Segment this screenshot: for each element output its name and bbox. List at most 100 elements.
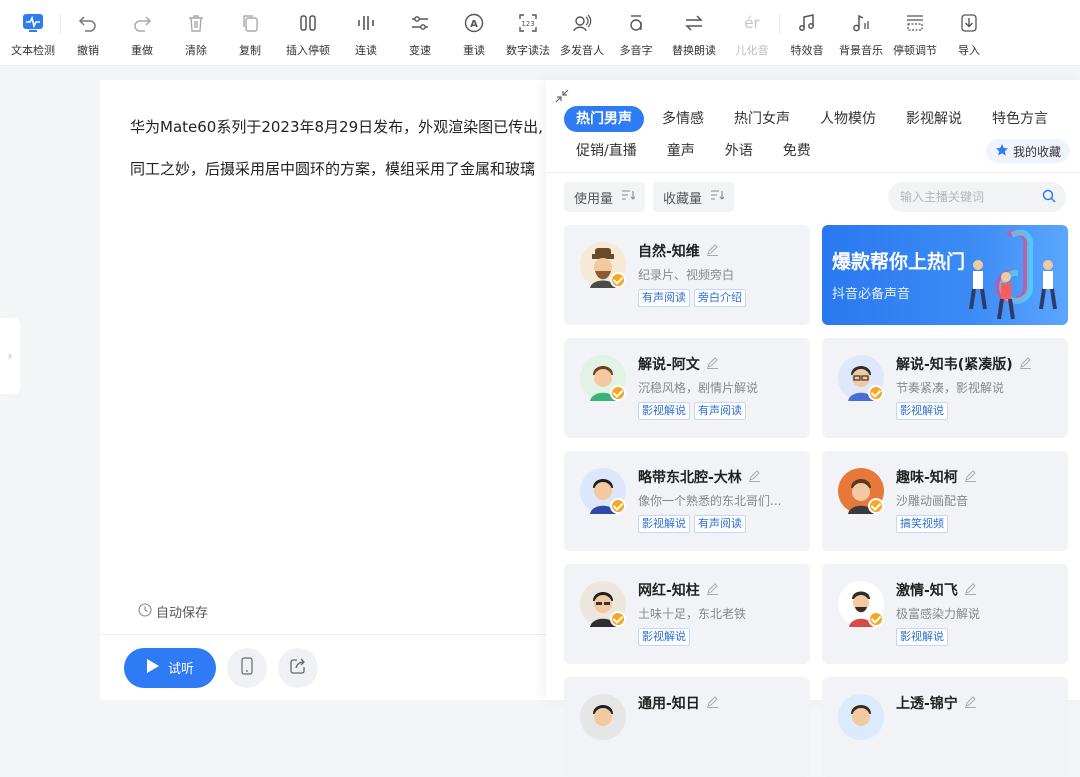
polyphone-button[interactable]: 多音字 <box>609 10 663 58</box>
speed-button[interactable]: 变速 <box>393 10 447 58</box>
voice-name: 激情-知飞 <box>896 580 977 600</box>
copy-button[interactable]: 复制 <box>223 10 277 58</box>
text-editor[interactable]: 华为Mate60系列于2023年8月29日发布，外观渲染图已传出, 同工之妙，后… <box>100 80 546 700</box>
sort-by-usage-button[interactable]: 使用量 <box>564 182 646 212</box>
tool-label: 多发音人 <box>560 44 604 57</box>
voice-card-grid: 自然-知维 纪录片、视频旁白 有声阅读 旁白介绍 爆款帮你上热门 抖音必备声音 <box>564 225 1068 777</box>
tab-imitation[interactable]: 人物模仿 <box>808 106 888 132</box>
search-icon[interactable] <box>1042 188 1056 207</box>
undo-icon <box>75 10 101 36</box>
polyphone-icon <box>623 10 649 36</box>
svg-text:ér: ér <box>744 14 760 32</box>
verified-badge-icon <box>868 611 884 627</box>
edit-icon[interactable] <box>706 582 719 599</box>
sound-effect-button[interactable]: 特效音 <box>780 10 834 58</box>
editor-footer: 试听 <box>100 634 546 700</box>
voice-description: 像你一个熟悉的东北哥们... <box>638 494 782 508</box>
redo-button[interactable]: 重做 <box>115 10 169 58</box>
editor-line: 华为Mate60系列于2023年8月29日发布，外观渲染图已传出, <box>130 118 543 136</box>
tab-foreign[interactable]: 外语 <box>713 138 765 164</box>
banner-title: 爆款帮你上热门 <box>832 251 966 273</box>
tab-dialect[interactable]: 特色方言 <box>980 106 1060 132</box>
edit-icon[interactable] <box>748 469 761 486</box>
edit-icon[interactable] <box>706 356 719 373</box>
listen-button[interactable]: 试听 <box>124 647 216 688</box>
tool-label: 插入停顿 <box>286 44 330 57</box>
stress-button[interactable]: A 重读 <box>447 10 501 58</box>
tool-label: 多音字 <box>619 44 653 57</box>
voice-tag: 影视解说 <box>896 628 948 646</box>
editor-line: 同工之妙，后摄采用居中圆环的方案，模组采用了金属和玻璃 <box>130 160 536 178</box>
voice-card[interactable]: 略带东北腔-大林 像你一个熟悉的东北哥们... 影视解说 有声阅读 <box>564 451 810 551</box>
text-check-button[interactable]: 文本检测 <box>6 10 60 58</box>
erhua-button[interactable]: ér 儿化音 <box>725 10 779 58</box>
copy-icon <box>237 10 263 36</box>
voice-card[interactable]: 通用-知日 <box>564 677 810 777</box>
editor-content[interactable]: 华为Mate60系列于2023年8月29日发布，外观渲染图已传出, 同工之妙，后… <box>130 106 546 190</box>
redo-icon <box>129 10 155 36</box>
edit-icon[interactable] <box>964 469 977 486</box>
sort-by-favorites-button[interactable]: 收藏量 <box>653 182 735 212</box>
collapse-icon[interactable] <box>554 88 570 108</box>
voice-card[interactable]: 上透-锦宁 <box>822 677 1068 777</box>
edit-icon[interactable] <box>1019 356 1032 373</box>
expand-sidebar-handle[interactable]: › <box>0 318 20 394</box>
voice-description: 沙雕动画配音 <box>896 494 969 508</box>
clear-button[interactable]: 清除 <box>169 10 223 58</box>
voice-panel: 热门男声 多情感 热门女声 人物模仿 影视解说 特色方言 促销/直播 童声 外语… <box>546 80 1080 777</box>
import-button[interactable]: 导入 <box>942 10 996 58</box>
tool-label: 导入 <box>958 44 980 57</box>
listen-label: 试听 <box>167 662 194 677</box>
sort-icon <box>710 189 725 205</box>
share-button[interactable] <box>278 647 318 688</box>
mobile-preview-button[interactable] <box>227 647 267 688</box>
tab-free[interactable]: 免费 <box>771 138 823 164</box>
avatar <box>838 694 884 740</box>
insert-pause-button[interactable]: 插入停顿 <box>277 10 339 58</box>
voice-tags: 搞笑视频 <box>896 515 948 533</box>
verified-badge-icon <box>868 498 884 514</box>
voice-tag: 有声阅读 <box>694 515 746 533</box>
pause-adjust-button[interactable]: 停顿调节 <box>888 10 942 58</box>
voice-card[interactable]: 解说-阿文 沉稳风格，剧情片解说 影视解说 有声阅读 <box>564 338 810 438</box>
link-read-icon <box>353 10 379 36</box>
tool-label: 撤销 <box>77 44 99 57</box>
voice-name: 网红-知柱 <box>638 580 719 600</box>
link-read-button[interactable]: 连读 <box>339 10 393 58</box>
tab-emotion[interactable]: 多情感 <box>650 106 716 132</box>
tab-film-commentary[interactable]: 影视解说 <box>894 106 974 132</box>
undo-button[interactable]: 撤销 <box>61 10 115 58</box>
promo-banner[interactable]: 爆款帮你上热门 抖音必备声音 <box>822 225 1068 325</box>
my-favorites-button[interactable]: 我的收藏 <box>985 139 1070 163</box>
voice-card[interactable]: 激情-知飞 极富感染力解说 影视解说 <box>822 564 1068 664</box>
voice-card[interactable]: 解说-知韦(紧凑版) 节奏紧凑，影视解说 影视解说 <box>822 338 1068 438</box>
multi-speaker-button[interactable]: 多发音人 <box>555 10 609 58</box>
tab-child[interactable]: 童声 <box>655 138 707 164</box>
edit-icon[interactable] <box>706 695 719 712</box>
voice-card[interactable]: 自然-知维 纪录片、视频旁白 有声阅读 旁白介绍 <box>564 225 810 325</box>
multi-speaker-icon <box>569 10 595 36</box>
voice-name-text: 解说-知韦(紧凑版) <box>896 357 1013 373</box>
bg-music-button[interactable]: 背景音乐 <box>834 10 888 58</box>
sort-label: 收藏量 <box>663 191 703 207</box>
voice-card[interactable]: 趣味-知柯 沙雕动画配音 搞笑视频 <box>822 451 1068 551</box>
voice-name-text: 上透-锦宁 <box>896 696 958 712</box>
edit-icon[interactable] <box>706 243 719 260</box>
voice-name-text: 通用-知日 <box>638 696 700 712</box>
edit-icon[interactable] <box>964 582 977 599</box>
number-read-button[interactable]: 123 数字读法 <box>501 10 555 58</box>
verified-badge-icon <box>868 385 884 401</box>
voice-tag: 影视解说 <box>638 628 690 646</box>
voice-search-input[interactable] <box>898 189 1038 205</box>
tab-promotion[interactable]: 促销/直播 <box>564 138 649 164</box>
tab-hot-female[interactable]: 热门女声 <box>722 106 802 132</box>
voice-description: 土味十足，东北老铁 <box>638 607 747 621</box>
tool-label: 替换朗读 <box>672 44 716 57</box>
erhua-icon: ér <box>739 10 765 36</box>
edit-icon[interactable] <box>964 695 977 712</box>
tab-hot-male[interactable]: 热门男声 <box>564 106 644 132</box>
voice-name-text: 趣味-知柯 <box>896 470 958 486</box>
replace-read-button[interactable]: 替换朗读 <box>663 10 725 58</box>
verified-badge-icon <box>610 385 626 401</box>
voice-card[interactable]: 网红-知柱 土味十足，东北老铁 影视解说 <box>564 564 810 664</box>
